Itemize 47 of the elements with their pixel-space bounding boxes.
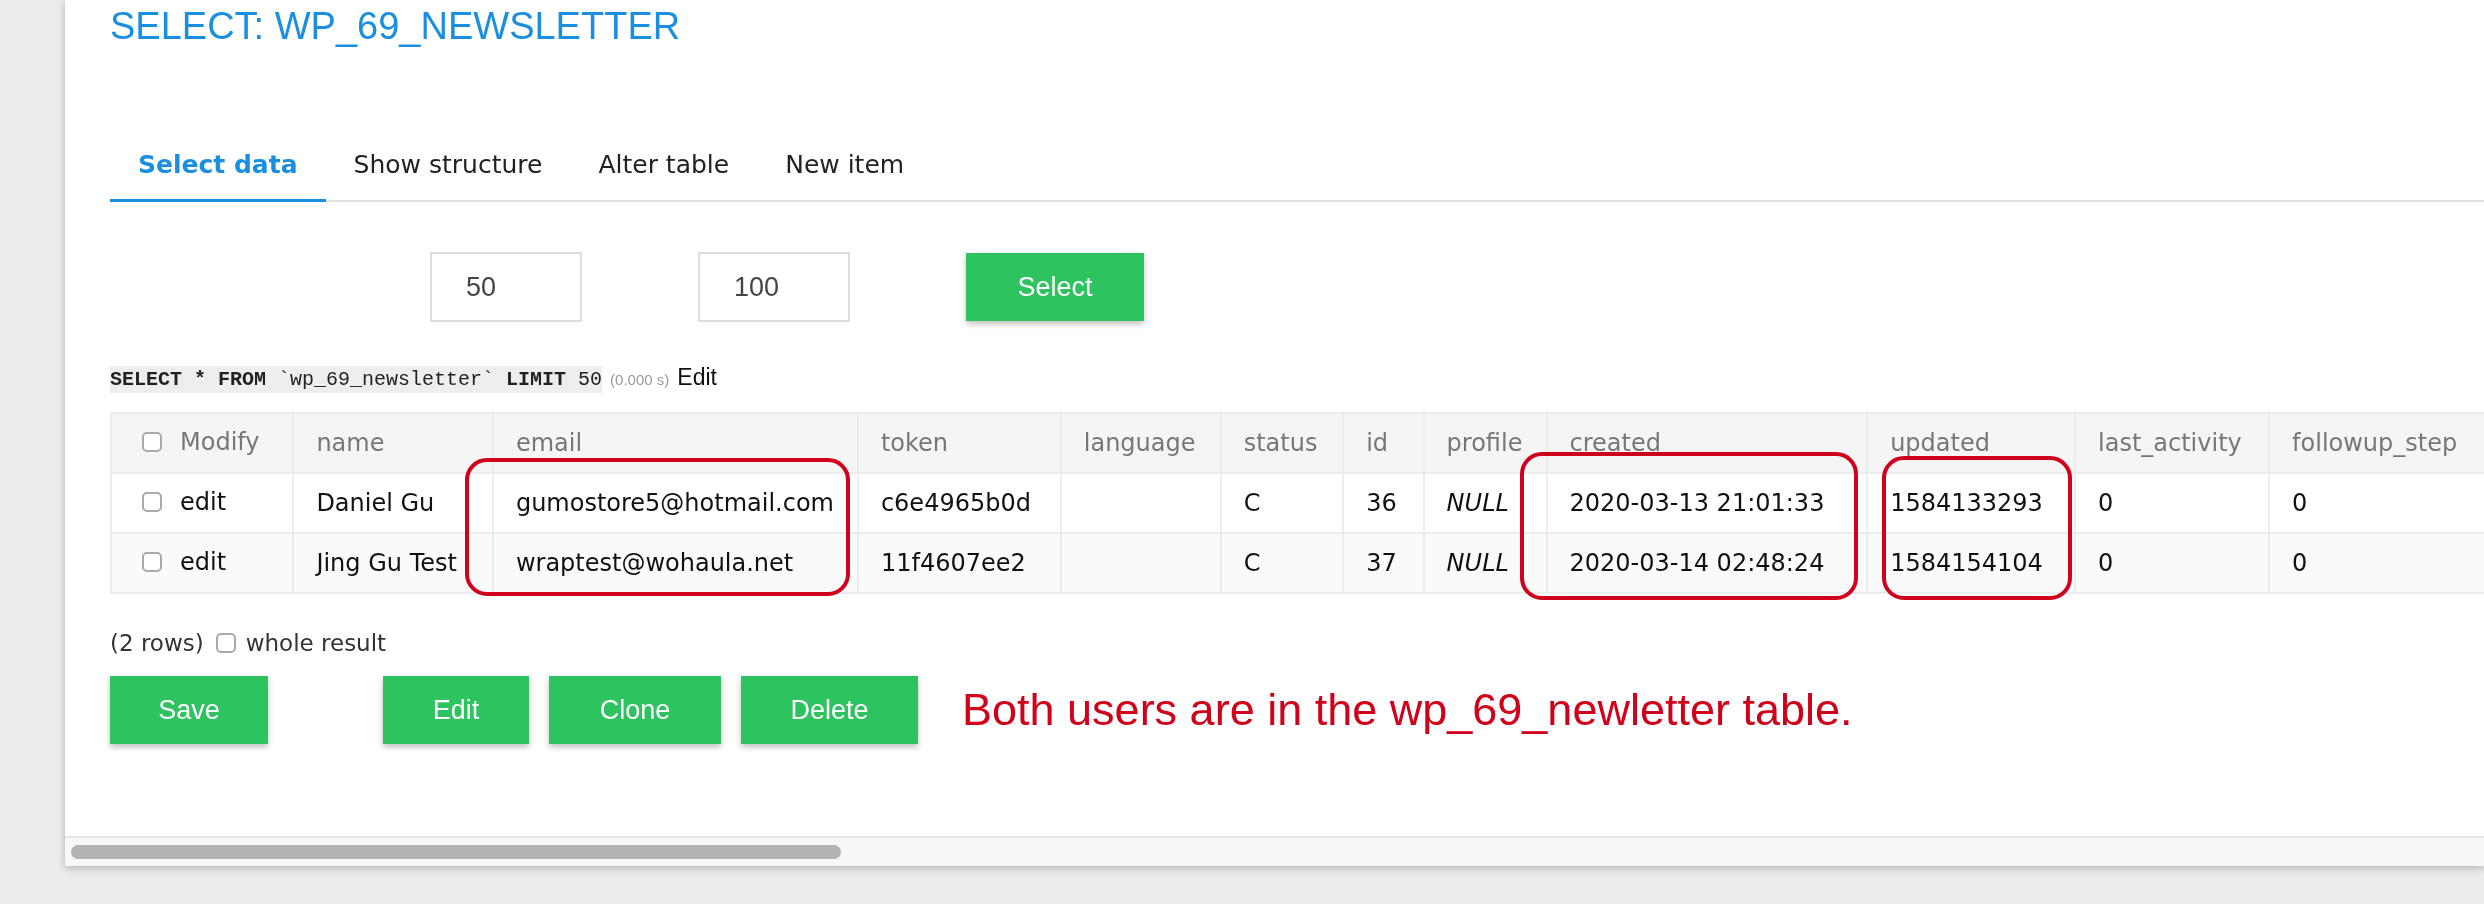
- table-cell: C: [1220, 533, 1344, 593]
- action-button[interactable]: Save: [110, 676, 268, 744]
- sql-query: SELECT * FROM `wp_69_newsletter` LIMIT 50: [110, 366, 603, 393]
- input-field[interactable]: 50: [430, 252, 582, 322]
- tab[interactable]: Alter table: [570, 134, 758, 200]
- table-cell: 0: [2269, 533, 2484, 593]
- column-header[interactable]: language: [1060, 413, 1221, 473]
- tab[interactable]: Show structure: [325, 134, 571, 200]
- table-cell: 11f4607ee2: [857, 533, 1061, 593]
- checkbox-label[interactable]: whole result: [245, 630, 387, 656]
- table-cell: 1584154104: [1867, 533, 2075, 593]
- column-header[interactable]: token: [857, 413, 1061, 473]
- row-count: (2 rows): [110, 630, 204, 656]
- horizontal-scrollbar[interactable]: [65, 836, 2484, 866]
- table-cell: NULL: [1423, 533, 1547, 593]
- column-header[interactable]: last_activity: [2075, 413, 2270, 473]
- column-header[interactable]: profile: [1423, 413, 1547, 473]
- table-cell: Jing Gu Test: [293, 533, 493, 593]
- column-header[interactable]: email: [492, 413, 858, 473]
- table-cell: 37: [1343, 533, 1424, 593]
- column-header[interactable]: updated: [1867, 413, 2075, 473]
- column-header: Modify: [180, 428, 260, 456]
- column-header[interactable]: status: [1220, 413, 1344, 473]
- edit-link[interactable]: edit: [180, 548, 227, 576]
- tab[interactable]: Select data: [110, 134, 326, 202]
- tab[interactable]: New item: [757, 134, 933, 200]
- column-header[interactable]: followup_step: [2269, 413, 2484, 473]
- checkbox[interactable]: [142, 432, 162, 452]
- action-button[interactable]: Delete: [741, 676, 918, 744]
- column-header[interactable]: id: [1343, 413, 1424, 473]
- table-cell: wraptest@wohaula.net: [492, 533, 858, 593]
- checkbox[interactable]: [142, 492, 162, 512]
- checkbox[interactable]: [215, 633, 236, 653]
- table-cell: 2020-03-14 02:48:24: [1546, 533, 1868, 593]
- checkbox[interactable]: [142, 552, 162, 572]
- input-field[interactable]: 100: [698, 252, 850, 322]
- select-button[interactable]: Select: [966, 253, 1144, 321]
- query-time: (0.000 s): [610, 371, 670, 388]
- edit-link[interactable]: edit: [180, 488, 227, 516]
- table-cell: 0: [2075, 533, 2270, 593]
- column-header[interactable]: name: [293, 413, 493, 473]
- action-button[interactable]: Clone: [549, 676, 721, 744]
- edit-link[interactable]: Edit: [677, 364, 717, 391]
- column-header[interactable]: created: [1546, 413, 1868, 473]
- action-button[interactable]: Edit: [383, 676, 529, 744]
- page-title: SELECT: WP_69_NEWSLETTER: [110, 4, 681, 49]
- annotation-text: Both users are in the wp_69_newletter table.: [962, 684, 1853, 736]
